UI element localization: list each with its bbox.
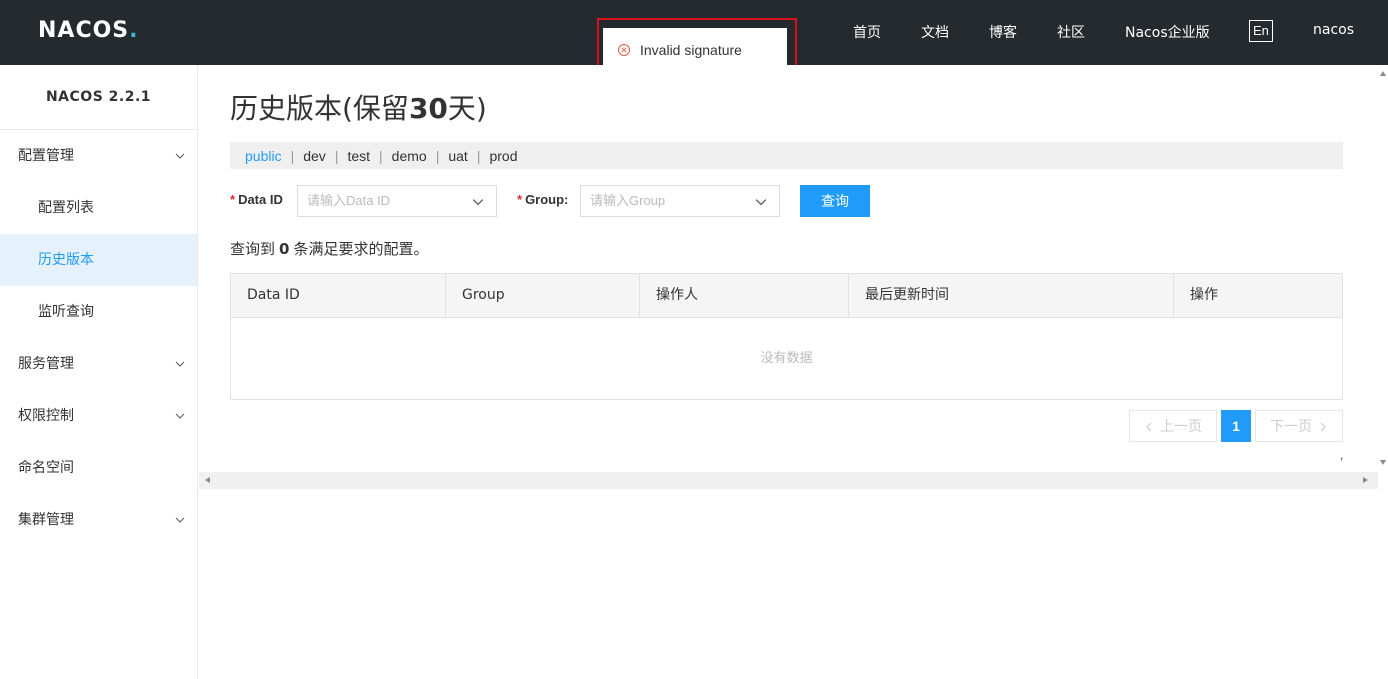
prev-page-label: 上一页 xyxy=(1160,418,1202,434)
column-header-last-modified: 最后更新时间 xyxy=(849,274,1174,317)
user-menu[interactable]: nacos xyxy=(1313,22,1354,38)
language-toggle[interactable]: En xyxy=(1249,20,1273,42)
namespace-uat[interactable]: uat xyxy=(448,148,467,164)
namespace-bar: public | dev | test | demo | uat | prod xyxy=(230,142,1343,169)
sidebar-item-config-management[interactable]: 配置管理 xyxy=(0,130,197,182)
sidebar-item-history-versions[interactable]: 历史版本 xyxy=(0,234,197,286)
namespace-separator: | xyxy=(435,147,440,164)
sidebar-item-service-management[interactable]: 服务管理 xyxy=(0,338,197,390)
chevron-down-icon[interactable] xyxy=(472,196,484,208)
scroll-left-arrow-icon[interactable] xyxy=(205,477,210,483)
prev-page-button[interactable]: 上一页 xyxy=(1129,410,1217,442)
sidebar-item-label: 命名空间 xyxy=(18,460,74,476)
namespace-separator: | xyxy=(476,147,481,164)
namespace-separator: | xyxy=(334,147,339,164)
sidebar-item-cluster-management[interactable]: 集群管理 xyxy=(0,494,197,546)
sidebar-item-config-list[interactable]: 配置列表 xyxy=(0,182,197,234)
main-content: 历史版本(保留30天) public | dev | test | demo |… xyxy=(199,65,1388,489)
nav-blog[interactable]: 博客 xyxy=(989,22,1017,42)
sidebar-item-label: 历史版本 xyxy=(38,252,94,268)
logo-text-part: NA xyxy=(38,18,76,43)
query-button[interactable]: 查询 xyxy=(800,185,870,217)
namespace-separator: | xyxy=(379,147,383,164)
column-header-group: Group xyxy=(446,274,640,317)
table-empty-text: 没有数据 xyxy=(760,350,813,365)
group-placeholder: 请输入Group xyxy=(590,193,666,208)
chevron-right-icon xyxy=(1320,422,1326,432)
namespace-separator: | xyxy=(290,147,295,164)
toast-message: Invalid signature xyxy=(640,42,742,58)
nav-docs[interactable]: 文档 xyxy=(921,22,949,42)
logo-dot: . xyxy=(129,18,139,43)
data-id-placeholder: 请输入Data ID xyxy=(307,193,391,208)
error-circle-icon xyxy=(618,44,630,56)
sidebar-item-label: 集群管理 xyxy=(18,512,74,528)
chevron-left-icon xyxy=(1146,422,1152,432)
group-label: * Group: xyxy=(517,192,568,207)
page-title-text: 历史版本(保留 xyxy=(230,92,409,125)
namespace-public[interactable]: public xyxy=(245,148,282,164)
result-count: 0 xyxy=(279,240,290,258)
history-table: Data ID Group 操作人 最后更新时间 操作 没有数据 xyxy=(230,273,1343,400)
search-form: * Data ID 请输入Data ID * Group: 请输入Group 查询 xyxy=(230,185,930,217)
scroll-right-arrow-icon[interactable] xyxy=(1363,477,1368,483)
namespace-test[interactable]: test xyxy=(347,148,370,164)
page-title: 历史版本(保留30天) xyxy=(230,87,487,127)
nav-home[interactable]: 首页 xyxy=(853,22,881,42)
sidebar: NACOS 2.2.1 配置管理 配置列表 历史版本 监听查询 服务管理 权限控… xyxy=(0,65,198,679)
chevron-down-icon xyxy=(175,413,185,419)
sidebar-item-access-control[interactable]: 权限控制 xyxy=(0,390,197,442)
required-mark: * xyxy=(517,192,523,207)
namespace-demo[interactable]: demo xyxy=(392,148,427,164)
version-label: NACOS 2.2.1 xyxy=(0,65,197,130)
sidebar-item-label: 权限控制 xyxy=(18,408,74,424)
page-number-current[interactable]: 1 xyxy=(1221,410,1251,442)
nacos-logo[interactable]: NACOS. xyxy=(38,18,139,43)
namespace-dev[interactable]: dev xyxy=(303,148,326,164)
logo-text-part: C xyxy=(75,18,93,43)
chevron-down-icon xyxy=(175,517,185,523)
sidebar-item-label: 配置管理 xyxy=(18,148,74,164)
sidebar-item-listener-query[interactable]: 监听查询 xyxy=(0,286,197,338)
namespace-prod[interactable]: prod xyxy=(489,148,517,164)
page-title-days: 30 xyxy=(408,92,448,125)
page-title-text: 天) xyxy=(447,92,487,125)
nav-community[interactable]: 社区 xyxy=(1057,22,1085,42)
result-text: 条满足要求的配置。 xyxy=(293,240,429,258)
group-label-text: Group: xyxy=(525,192,569,207)
column-header-operator: 操作人 xyxy=(640,274,849,317)
next-page-label: 下一页 xyxy=(1270,418,1312,434)
chevron-down-icon xyxy=(175,153,185,159)
scrollbar-corner xyxy=(1378,472,1388,489)
column-header-actions: 操作 xyxy=(1190,287,1218,303)
scroll-up-arrow-icon[interactable] xyxy=(1380,71,1386,76)
result-summary: 查询到 0 条满足要求的配置。 xyxy=(230,238,428,259)
table-header: Data ID Group 操作人 最后更新时间 操作 xyxy=(231,274,1342,318)
data-id-input[interactable]: 请输入Data ID xyxy=(297,185,497,217)
sidebar-item-label: 监听查询 xyxy=(38,304,94,320)
sidebar-item-label: 配置列表 xyxy=(38,200,94,216)
nav-enterprise[interactable]: Nacos企业版 xyxy=(1125,22,1210,42)
column-header-data-id: Data ID xyxy=(231,274,446,317)
required-mark: * xyxy=(230,192,236,207)
vertical-scrollbar[interactable] xyxy=(1378,65,1388,472)
next-page-button[interactable]: 下一页 xyxy=(1255,410,1343,442)
result-text: 查询到 xyxy=(230,240,276,258)
chevron-down-icon[interactable] xyxy=(755,196,767,208)
data-id-label-text: Data ID xyxy=(238,192,283,207)
horizontal-scrollbar[interactable] xyxy=(199,472,1388,489)
stray-mark: , xyxy=(1340,448,1344,462)
group-input[interactable]: 请输入Group xyxy=(580,185,780,217)
sidebar-item-label: 服务管理 xyxy=(18,356,74,372)
logo-text-part: OS xyxy=(92,18,130,43)
scroll-down-arrow-icon[interactable] xyxy=(1380,460,1386,465)
data-id-label: * Data ID xyxy=(230,192,283,207)
chevron-down-icon xyxy=(175,361,185,367)
sidebar-item-namespace[interactable]: 命名空间 xyxy=(0,442,197,494)
